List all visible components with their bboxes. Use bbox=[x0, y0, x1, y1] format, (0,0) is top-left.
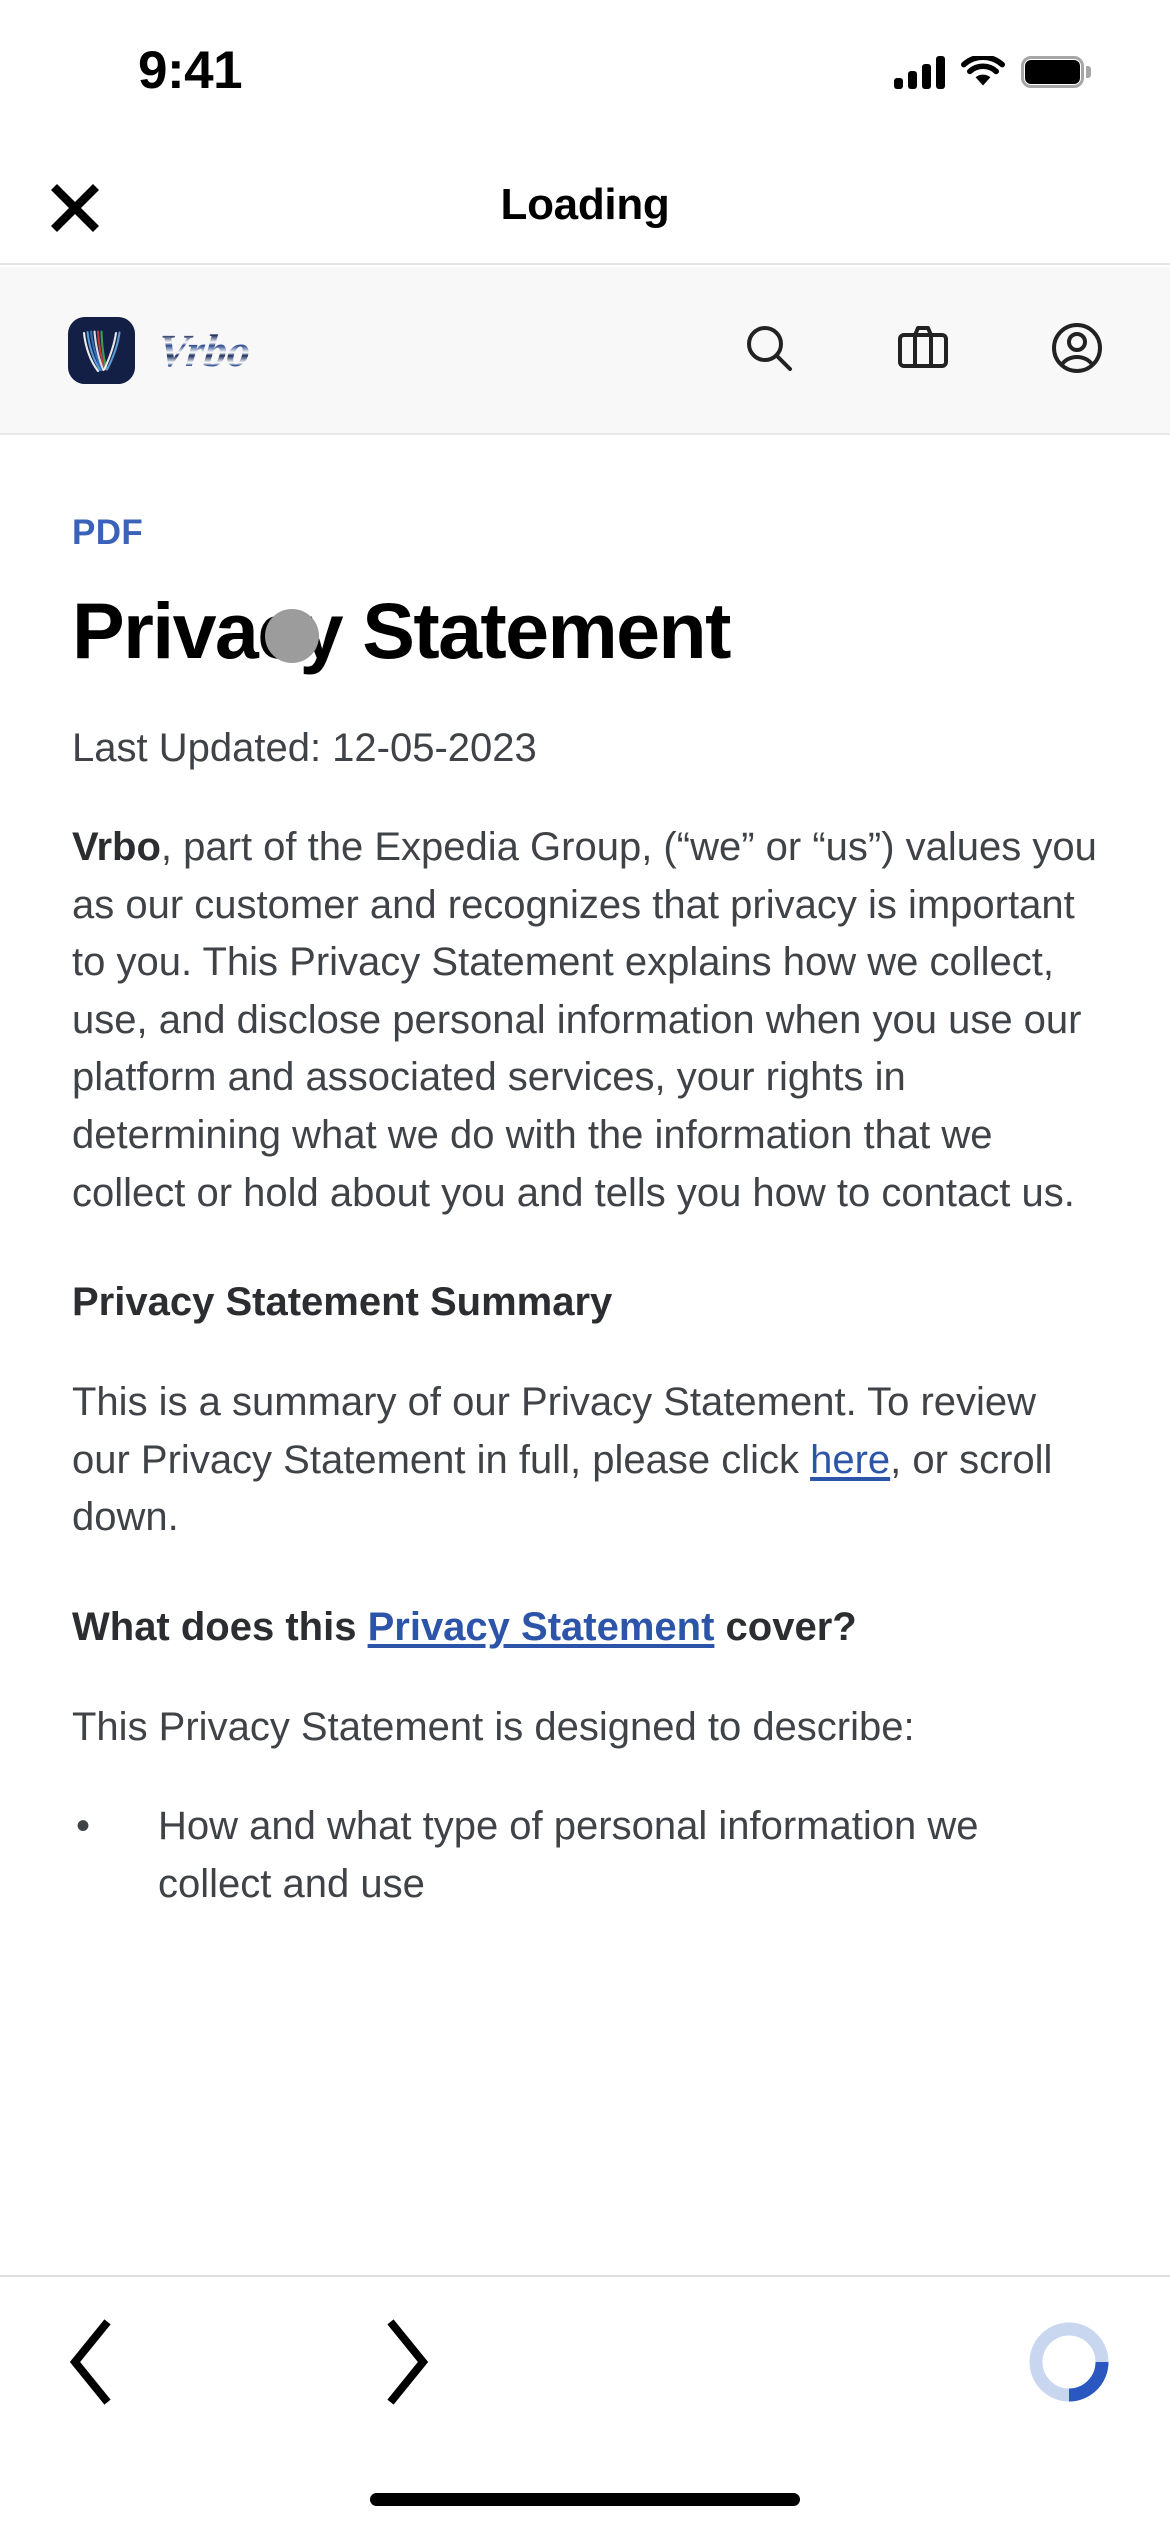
vrbo-header-actions bbox=[738, 317, 1108, 379]
list-item: • How and what type of personal informati… bbox=[72, 1798, 1098, 1913]
loading-spinner-icon bbox=[1022, 2315, 1116, 2409]
trips-icon[interactable] bbox=[892, 317, 954, 379]
describe-intro: This Privacy Statement is designed to de… bbox=[72, 1704, 915, 1749]
battery-full-icon bbox=[1021, 56, 1091, 88]
wifi-icon bbox=[961, 55, 1005, 89]
cover-heading-after: cover? bbox=[714, 1604, 857, 1649]
document-viewport[interactable]: PDF Privacy Statement Last Updated: 12-0… bbox=[0, 437, 1170, 2275]
app-header: Loading bbox=[0, 145, 1170, 265]
status-bar: 9:41 bbox=[0, 0, 1170, 145]
intro-paragraph: Vrbo, part of the Expedia Group, (“we” o… bbox=[72, 819, 1098, 1222]
search-icon[interactable] bbox=[738, 317, 800, 379]
summary-paragraph: This is a summary of our Privacy Stateme… bbox=[72, 1374, 1098, 1547]
touch-indicator bbox=[265, 609, 319, 663]
status-bar-indicators bbox=[894, 55, 1091, 89]
intro-rest: , part of the Expedia Group, (“we” or “u… bbox=[72, 824, 1097, 1215]
describe-bullet-list: • How and what type of personal informati… bbox=[72, 1798, 1098, 1913]
vrbo-wordmark: Vrbo bbox=[156, 325, 337, 377]
chevron-right-icon[interactable] bbox=[352, 2307, 462, 2417]
phone-screen: 9:41 Loading Vrbo PDF Privacy Statement … bbox=[0, 0, 1170, 2532]
summary-heading: Privacy Statement Summary bbox=[72, 1280, 613, 1325]
page-title: Loading bbox=[500, 180, 670, 229]
svg-text:Vrbo: Vrbo bbox=[159, 325, 253, 376]
account-icon[interactable] bbox=[1046, 317, 1108, 379]
vrbo-logo[interactable]: Vrbo bbox=[68, 317, 337, 384]
close-icon[interactable] bbox=[44, 177, 106, 239]
document-title: Privacy Statement bbox=[72, 586, 731, 675]
cover-heading-before: What does this bbox=[72, 1604, 368, 1649]
cellular-signal-icon bbox=[894, 55, 945, 89]
intro-lead: Vrbo bbox=[72, 824, 161, 869]
browser-toolbar bbox=[0, 2275, 1170, 2455]
vrbo-site-header: Vrbo bbox=[0, 267, 1170, 435]
list-item-text: How and what type of personal informatio… bbox=[158, 1804, 979, 1907]
privacy-statement-link[interactable]: Privacy Statement bbox=[368, 1605, 715, 1649]
chevron-left-icon[interactable] bbox=[36, 2307, 146, 2417]
home-indicator bbox=[370, 2493, 800, 2506]
status-bar-time: 9:41 bbox=[138, 41, 243, 100]
bullet-icon: • bbox=[76, 1804, 91, 1849]
pdf-kicker: PDF bbox=[72, 513, 144, 552]
vrbo-app-icon bbox=[68, 317, 135, 384]
last-updated: Last Updated: 12-05-2023 bbox=[72, 725, 537, 770]
cover-heading: What does this Privacy Statement cover? bbox=[72, 1599, 1098, 1655]
here-link[interactable]: here bbox=[810, 1438, 890, 1482]
